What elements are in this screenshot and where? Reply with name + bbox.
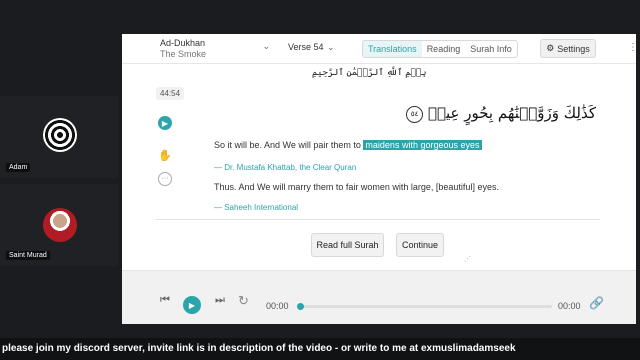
next-icon[interactable]: ⏭ [215, 294, 225, 307]
continue-button[interactable]: Continue [396, 233, 444, 257]
translator-link[interactable]: — Dr. Mustafa Khattab, the Clear Quran [214, 163, 356, 172]
surah-translation: The Smoke [160, 49, 207, 59]
link-icon[interactable]: 🔗 [589, 296, 604, 310]
translation-text: Thus. And We will marry them to fair wom… [214, 182, 499, 192]
hand-icon[interactable]: ✋ [158, 148, 172, 162]
ticker-banner: please join my discord server, invite li… [0, 338, 640, 360]
ayah-number: ٥٤ [406, 105, 424, 123]
arabic-text: كَذَٰلِكَ وَزَوَّجۡنَٰهُم بِحُورٍ عِينٖ [427, 104, 596, 122]
chevron-down-icon: ⌄ [262, 41, 270, 51]
slider-knob[interactable] [297, 303, 304, 310]
elapsed-time: 00:00 [266, 301, 289, 311]
repeat-icon[interactable]: ↻ [238, 293, 249, 309]
translation-prefix: So it will be. And We will pair them to [214, 140, 361, 150]
play-button[interactable]: ▶ [183, 296, 201, 314]
screen: Adam Saint Murad Ad-Dukhan The Smoke ⌄ V… [0, 0, 640, 360]
bismillah: بِسۡمِ ٱللَّهِ ٱلرَّحۡمَٰنِ ٱلرَّحِيمِ [312, 68, 427, 78]
total-time: 00:00 [558, 301, 581, 311]
participant-name: Adam [6, 163, 31, 172]
surah-selector[interactable]: Ad-Dukhan The Smoke ⌄ [160, 38, 270, 60]
translator-link[interactable]: — Saheeh International [214, 203, 298, 212]
verse-selector[interactable]: Verse 54 ⌄ [288, 42, 338, 56]
participant-tile[interactable]: Saint Murad [0, 184, 118, 266]
avatar [43, 118, 77, 152]
verse-key[interactable]: 44:54 [156, 87, 185, 100]
top-bar: Ad-Dukhan The Smoke ⌄ Verse 54 ⌄ Transla… [122, 34, 636, 64]
settings-button[interactable]: ⚙ Settings [540, 39, 596, 58]
settings-label: Settings [557, 43, 590, 54]
chevron-down-icon: ⌄ [327, 42, 335, 52]
surah-name: Ad-Dukhan [160, 38, 206, 48]
participant-tile[interactable]: Adam [0, 96, 118, 178]
quran-app-window: Ad-Dukhan The Smoke ⌄ Verse 54 ⌄ Transla… [122, 34, 636, 324]
tab-translations[interactable]: Translations [363, 41, 422, 57]
view-tabs: Translations Reading Surah Info [362, 40, 518, 58]
participant-name: Saint Murad [6, 251, 50, 260]
resize-handle-icon: ⋰ [464, 256, 471, 263]
avatar [43, 208, 77, 242]
highlighted-text: maidens with gorgeous eyes [363, 140, 482, 150]
gear-icon: ⚙ [546, 43, 555, 53]
audio-player: ⏮ ▶ ⏭ ↻ 00:00 00:00 🔗 [122, 270, 636, 324]
play-icon[interactable]: ▶ [158, 116, 172, 130]
tab-reading[interactable]: Reading [422, 41, 466, 57]
previous-icon[interactable]: ⏮ [160, 294, 170, 307]
more-horizontal-icon[interactable]: ··· [158, 172, 172, 186]
more-vertical-icon[interactable]: ⋮ [628, 42, 636, 53]
tab-surah-info[interactable]: Surah Info [465, 41, 517, 57]
read-full-surah-button[interactable]: Read full Surah [311, 233, 384, 257]
verse-label: Verse 54 [288, 42, 324, 52]
arabic-verse: كَذَٰلِكَ وَزَوَّجۡنَٰهُم بِحُورٍ عِينٖ … [402, 104, 596, 123]
progress-slider[interactable] [297, 303, 552, 310]
translation-text: So it will be. And We will pair them to … [214, 140, 482, 150]
divider [156, 219, 600, 220]
